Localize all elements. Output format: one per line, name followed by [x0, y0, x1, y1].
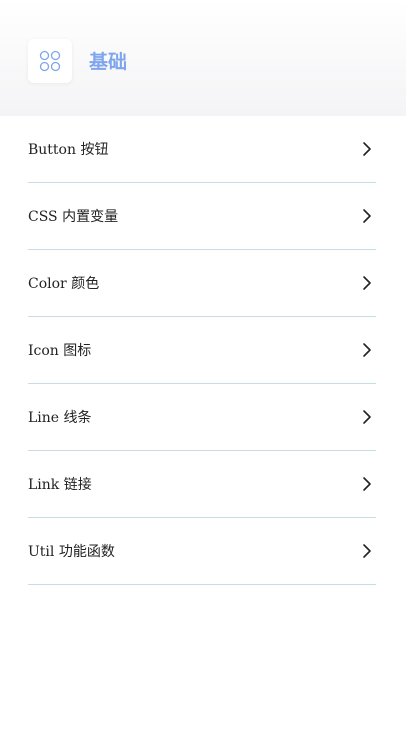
list-item-color[interactable]: Color 颜色: [28, 250, 376, 317]
list-item-label: Util 功能函数: [28, 544, 115, 560]
chevron-right-icon: [362, 543, 372, 559]
list-item-label: Line 线条: [28, 410, 92, 426]
chevron-right-icon: [362, 409, 372, 425]
chevron-right-icon: [362, 141, 372, 157]
grid-circles-icon: [28, 39, 72, 83]
chevron-right-icon: [362, 476, 372, 492]
list-item-label: Color 颜色: [28, 276, 100, 292]
header: 基础: [0, 0, 406, 116]
list-item-icon[interactable]: Icon 图标: [28, 317, 376, 384]
chevron-right-icon: [362, 208, 372, 224]
list-item-label: CSS 内置变量: [28, 209, 119, 225]
chevron-right-icon: [362, 275, 372, 291]
chevron-right-icon: [362, 342, 372, 358]
list-item-label: Link 链接: [28, 477, 92, 493]
page: 基础 Button 按钮 CSS 内置变量 Color 颜色 Icon 图标 L…: [0, 0, 406, 736]
page-title: 基础: [89, 51, 128, 73]
list-item-link[interactable]: Link 链接: [28, 451, 376, 518]
list-item-line[interactable]: Line 线条: [28, 384, 376, 451]
list-item-util[interactable]: Util 功能函数: [28, 518, 376, 585]
list-item-label: Icon 图标: [28, 343, 92, 359]
list-item-button[interactable]: Button 按钮: [28, 116, 376, 183]
list-item-label: Button 按钮: [28, 142, 109, 158]
list-item-css[interactable]: CSS 内置变量: [28, 183, 376, 250]
menu-list: Button 按钮 CSS 内置变量 Color 颜色 Icon 图标 Line…: [28, 116, 376, 585]
